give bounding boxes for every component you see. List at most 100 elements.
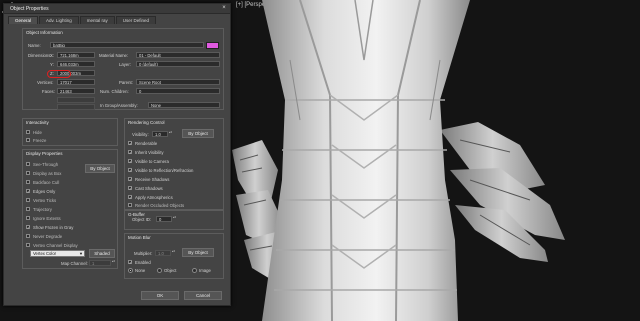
display-by-object-button[interactable]: By Object: [85, 164, 115, 173]
checkbox-box[interactable]: ✓: [128, 141, 132, 146]
checkbox-label: Cast Shadows: [135, 185, 163, 191]
checkbox-box[interactable]: [26, 207, 30, 211]
checkbox-label: Vertex Ticks: [33, 197, 57, 203]
enabled-checkbox[interactable]: ✓ Enabled: [128, 259, 151, 265]
tab-mental-ray[interactable]: mental ray: [79, 16, 115, 24]
show-frozen-in-gray-checkbox[interactable]: ✓ Show Frozen in Gray: [26, 224, 73, 230]
checkbox-label: Backface Cull: [33, 179, 60, 185]
name-field[interactable]: batBig: [50, 42, 204, 48]
checkbox-box[interactable]: [26, 216, 30, 220]
checkbox-box[interactable]: ✓: [128, 195, 132, 200]
dialog-title: Object Properties: [10, 6, 49, 12]
group-title: Display Properties: [26, 151, 63, 156]
checkbox-box[interactable]: ✓: [128, 260, 132, 265]
vertex-color-select[interactable]: Vertex Color ▼: [30, 250, 85, 257]
checkbox-box[interactable]: ✓: [128, 150, 132, 155]
trajectory-checkbox[interactable]: Trajectory: [26, 206, 52, 212]
vertices-label: Vertices:: [37, 80, 54, 85]
spinner-icon[interactable]: ▴▾: [172, 250, 175, 256]
dim-y-label: Y:: [50, 62, 54, 67]
visibility-field[interactable]: 1,0: [152, 131, 168, 137]
checkbox-box[interactable]: [26, 180, 30, 184]
spinner-icon[interactable]: ▴▾: [173, 216, 176, 222]
parent-field: Scene Root: [136, 79, 220, 85]
num-children-label: Num. Children:: [100, 89, 129, 94]
object-id-label: Object ID:: [132, 217, 152, 222]
checkbox-box[interactable]: [26, 171, 30, 175]
checkbox-box[interactable]: [26, 243, 30, 247]
never-degrade-checkbox[interactable]: Never Degrade: [26, 233, 62, 239]
spinner-icon[interactable]: ▴▾: [169, 131, 172, 137]
checkbox-label: Never Degrade: [33, 233, 63, 239]
radio-image[interactable]: Image: [192, 268, 211, 273]
checkbox-box[interactable]: [26, 234, 30, 238]
checkbox-label: Edges Only: [33, 188, 56, 194]
tab-bar: General Adv. Lighting mental ray User De…: [8, 16, 157, 24]
checkbox-box[interactable]: [128, 203, 132, 207]
cast-shadows-checkbox[interactable]: ✓ Cast Shadows: [128, 185, 163, 191]
receive-shadows-checkbox[interactable]: ✓ Receive Shadows: [128, 176, 169, 182]
renderable-checkbox[interactable]: ✓ Renderable: [128, 140, 157, 146]
multiplier-label: Multiplier:: [134, 251, 153, 256]
render-by-object-button[interactable]: By Object: [182, 129, 214, 138]
checkbox-label: Visible to Camera: [135, 158, 169, 164]
inherit-visibility-checkbox[interactable]: ✓ Inherit Visibility: [128, 149, 164, 155]
checkbox-box[interactable]: [26, 130, 30, 134]
checkbox-label: Visible to Reflection/Refraction: [135, 167, 194, 173]
object-id-field[interactable]: 0: [156, 216, 172, 222]
tab-general[interactable]: General: [8, 16, 39, 24]
visible-to-reflection-checkbox[interactable]: ✓ Visible to Reflection/Refraction: [128, 167, 193, 173]
multiplier-field[interactable]: 1,0: [155, 250, 171, 256]
display-as-box-checkbox[interactable]: Display as Box: [26, 170, 61, 176]
checkbox-box[interactable]: [26, 138, 30, 142]
cancel-button[interactable]: Cancel: [184, 291, 222, 300]
render-occluded-objects-checkbox[interactable]: Render Occluded Objects: [128, 202, 184, 208]
checkbox-label: Apply Atmospherics: [135, 194, 173, 200]
radio-dot[interactable]: [192, 268, 197, 273]
checkbox-box[interactable]: ✓: [26, 225, 30, 230]
checkbox-label: Show Frozen in Gray: [33, 224, 74, 230]
visibility-label: Visibility:: [132, 132, 149, 137]
dim-x-field: 721,168m: [57, 52, 95, 58]
dialog-titlebar[interactable]: Object Properties ×: [4, 4, 230, 14]
checkbox-label: Hide: [33, 129, 42, 135]
object-color-swatch[interactable]: [206, 42, 219, 49]
tab-user-defined[interactable]: User Defined: [115, 16, 156, 24]
vertex-ticks-checkbox[interactable]: Vertex Ticks: [26, 197, 56, 203]
tab-adv-lighting[interactable]: Adv. Lighting: [39, 16, 79, 24]
group-title: Interactivity: [26, 120, 49, 125]
checkbox-box[interactable]: ✓: [26, 189, 30, 194]
spinner-icon[interactable]: ▴▾: [112, 260, 115, 266]
radio-object[interactable]: Object: [157, 268, 176, 273]
see-through-checkbox[interactable]: See-Through: [26, 161, 58, 167]
close-button[interactable]: ×: [220, 5, 228, 12]
ignore-extents-checkbox[interactable]: Ignore Extents: [26, 215, 61, 221]
checkbox-label: Renderable: [135, 140, 158, 146]
checkbox-box[interactable]: ✓: [128, 159, 132, 164]
checkbox-box[interactable]: ✓: [128, 168, 132, 173]
radio-dot[interactable]: [157, 268, 162, 273]
checkbox-box[interactable]: [26, 198, 30, 202]
map-channel-field[interactable]: 1: [89, 260, 111, 266]
shaded-button[interactable]: Shaded: [89, 249, 115, 258]
freeze-checkbox[interactable]: Freeze: [26, 137, 46, 143]
checkbox-box[interactable]: ✓: [128, 186, 132, 191]
apply-atmospherics-checkbox[interactable]: ✓ Apply Atmospherics: [128, 194, 173, 200]
hide-checkbox[interactable]: Hide: [26, 129, 42, 135]
vertex-channel-display-checkbox[interactable]: Vertex Channel Display: [26, 242, 78, 248]
motion-by-object-button[interactable]: By Object: [182, 248, 214, 257]
radio-none[interactable]: None: [128, 268, 145, 273]
edges-only-checkbox[interactable]: ✓ Edges Only: [26, 188, 55, 194]
radio-label: Image: [199, 268, 211, 273]
chevron-down-icon[interactable]: ▼: [79, 251, 83, 256]
radio-dot[interactable]: [128, 268, 133, 273]
checkbox-box[interactable]: [26, 162, 30, 166]
visible-to-camera-checkbox[interactable]: ✓ Visible to Camera: [128, 158, 169, 164]
dimensions-label: Dimensions:: [28, 53, 52, 58]
backface-cull-checkbox[interactable]: Backface Cull: [26, 179, 59, 185]
checkbox-box[interactable]: ✓: [128, 177, 132, 182]
ok-button[interactable]: OK: [141, 291, 179, 300]
name-label: Name:: [28, 43, 41, 48]
layer-label: Layer:: [119, 62, 131, 67]
in-group-label: In Group/Assembly:: [100, 103, 138, 108]
